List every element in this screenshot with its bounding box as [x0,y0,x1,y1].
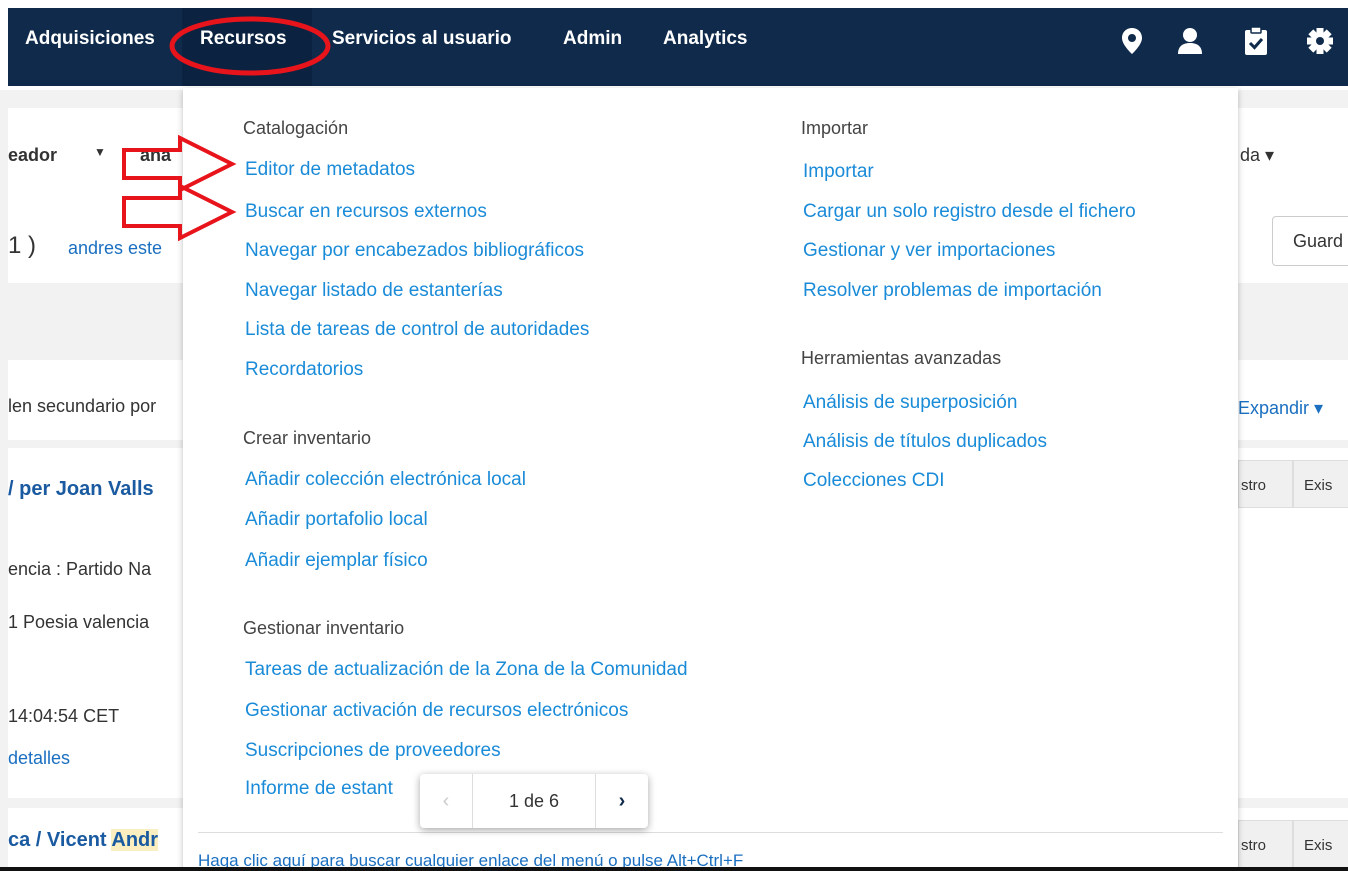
navegar-encabezados-link[interactable]: Navegar por encabezados bibliográficos [245,240,584,262]
analisis-superposicion-link[interactable]: Análisis de superposición [803,392,1017,414]
buscar-recursos-externos-link[interactable]: Buscar en recursos externos [245,201,487,223]
cargar-registro-link[interactable]: Cargar un solo registro desde el fichero [803,201,1136,223]
anadir-coleccion-link[interactable]: Añadir colección electrónica local [245,469,526,491]
catalogacion-heading: Catalogación [243,118,349,138]
nav-analytics[interactable]: Analytics [663,28,747,50]
nav-servicios-usuario[interactable]: Servicios al usuario [332,28,512,50]
editor-metadatos-link[interactable]: Editor de metadatos [245,159,415,181]
nav-recursos[interactable]: Recursos [200,28,287,50]
crear-inventario-heading: Crear inventario [243,428,372,448]
navegar-estanterias-link[interactable]: Navegar listado de estanterías [245,280,503,302]
tareas-zona-comunidad-link[interactable]: Tareas de actualización de la Zona de la… [245,659,688,681]
importar-heading: Importar [801,118,869,138]
gestionar-inventario-heading: Gestionar inventario [243,618,405,638]
user-link[interactable]: andres este [68,238,162,259]
page-indicator: 1 de 6 [472,774,596,828]
anadir-ejemplar-link[interactable]: Añadir ejemplar físico [245,550,428,572]
suscripciones-proveedores-link[interactable]: Suscripciones de proveedores [245,740,501,762]
recursos-dropdown-menu: Catalogación Editor de metadatos Buscar … [183,88,1238,871]
nav-admin[interactable]: Admin [563,28,622,50]
prev-page-button[interactable]: ‹ [420,774,472,828]
result-2-title-highlight: Andr [111,829,159,851]
user-icon[interactable] [1176,26,1204,56]
result-1-details-link[interactable]: detalles [8,748,70,769]
activacion-recursos-link[interactable]: Gestionar activación de recursos electró… [245,700,628,722]
tab-existencias-2-label: Exis [1304,837,1333,854]
save-button-label: Guard [1293,231,1344,251]
colecciones-cdi-link[interactable]: Colecciones CDI [803,470,945,492]
tab-existencias[interactable]: Exis [1293,460,1348,508]
menu-divider [198,832,1223,833]
search-type-select[interactable]: ana [140,145,171,166]
recordatorios-link[interactable]: Recordatorios [245,359,363,381]
anadir-portafolio-link[interactable]: Añadir portafolio local [245,509,428,531]
clipboard-check-icon[interactable] [1242,26,1270,56]
tab-registro-2-label: stro [1241,837,1267,854]
result-1-timestamp: 14:04:54 CET [8,706,120,726]
importar-link[interactable]: Importar [803,161,874,183]
secondary-sort-label: len secundario por [8,396,157,416]
tab-existencias-label: Exis [1304,477,1333,494]
result-2-title-text: ca / Vicent [8,829,112,851]
result-2-title[interactable]: ca / Vicent Andr [8,829,159,852]
window-bottom-edge [0,867,1348,871]
informe-estanterias-link[interactable]: Informe de estant [245,778,393,800]
next-page-button[interactable]: › [596,774,648,828]
result-1-title[interactable]: / per Joan Valls [8,478,154,501]
control-autoridades-link[interactable]: Lista de tareas de control de autoridade… [245,319,589,341]
tab-existencias-2[interactable]: Exis [1293,820,1348,868]
result-1-publisher: encia : Partido Na [8,559,152,579]
gestionar-importaciones-link[interactable]: Gestionar y ver importaciones [803,240,1055,262]
analisis-duplicados-link[interactable]: Análisis de títulos duplicados [803,431,1047,453]
resolver-problemas-link[interactable]: Resolver problemas de importación [803,280,1102,302]
result-1-subject: 1 Poesia valencia [8,612,150,632]
location-pin-icon[interactable] [1118,26,1146,56]
result-count: 1 ) [8,232,37,259]
page-navigator: ‹ 1 de 6 › [420,774,648,828]
search-scope-select[interactable]: eador [8,145,57,166]
tab-registro[interactable]: stro [1238,460,1293,508]
tab-registro-label: stro [1241,477,1267,494]
advanced-search-link[interactable]: da ▾ [1240,145,1274,166]
top-header: Adquisiciones Recursos Servicios al usua… [0,0,1348,90]
tab-registro-2[interactable]: stro [1238,820,1293,868]
save-button[interactable]: Guard [1272,216,1348,266]
chevron-down-icon: ▼ [94,145,106,159]
expand-toggle[interactable]: Expandir ▾ [1238,398,1323,419]
gear-icon[interactable] [1306,26,1334,56]
herramientas-avanzadas-heading: Herramientas avanzadas [801,348,1002,368]
nav-adquisiciones[interactable]: Adquisiciones [25,28,155,50]
